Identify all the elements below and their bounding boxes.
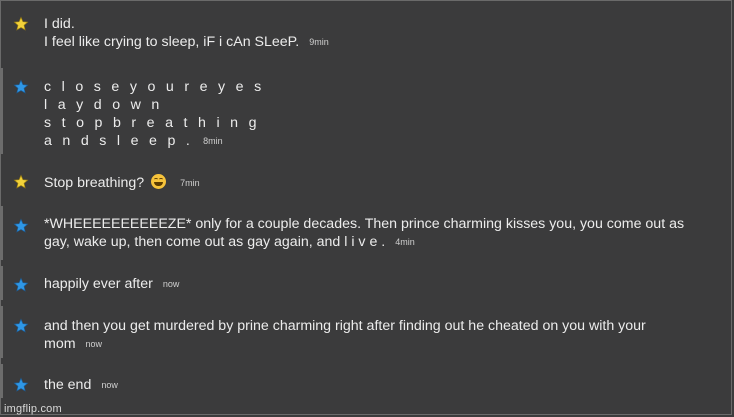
chat-message: the end now (0, 364, 734, 398)
message-text: s t o p b r e a t h i n g (44, 115, 260, 131)
message-text: I feel like crying to sleep, iF i cAn SL… (44, 34, 300, 50)
timestamp: 8min (203, 136, 223, 146)
thread-bar (0, 68, 3, 154)
message-text: *WHEEEEEEEEEEZE* only for a couple decad… (44, 216, 685, 232)
chat-message: *WHEEEEEEEEEEZE* only for a couple decad… (0, 206, 734, 260)
chat-message: and then you get murdered by prine charm… (0, 306, 734, 358)
thread-bar (0, 266, 3, 300)
message-text: a n d s l e e p . (44, 133, 194, 149)
timestamp: 7min (180, 178, 200, 188)
timestamp: now (162, 279, 180, 289)
message-text: and then you get murdered by prine charm… (44, 318, 646, 334)
timestamp: now (85, 339, 103, 349)
star-icon[interactable] (13, 174, 29, 190)
timestamp: 9min (309, 37, 329, 47)
message-text: the end (44, 377, 92, 393)
message-text: mom (44, 336, 76, 352)
star-icon[interactable] (13, 318, 29, 334)
message-text: gay, wake up, then come out as gay again… (44, 234, 386, 250)
timestamp: 4min (395, 237, 415, 247)
chat-message: Stop breathing? 7min (0, 166, 734, 196)
message-text: I did. (44, 16, 75, 32)
star-icon[interactable] (13, 16, 29, 32)
chat-message: c l o s e y o u r e y e s l a y d o w n … (0, 68, 734, 154)
grinning-sweat-emoji-icon (151, 174, 167, 189)
watermark: imgflip.com (4, 403, 62, 415)
timestamp: now (101, 380, 118, 390)
star-icon[interactable] (13, 218, 29, 234)
chat-message: happily ever after now (0, 266, 734, 300)
thread-bar (0, 206, 3, 260)
star-icon[interactable] (13, 377, 29, 393)
star-icon[interactable] (13, 277, 29, 293)
message-text: happily ever after (44, 276, 153, 292)
star-icon[interactable] (13, 79, 29, 95)
message-text: l a y d o w n (44, 97, 163, 113)
message-text: Stop breathing? (44, 175, 145, 191)
thread-bar (0, 364, 3, 398)
chat-message: I did. I feel like crying to sleep, iF i… (0, 12, 734, 56)
message-text: c l o s e y o u r e y e s (44, 79, 265, 95)
thread-bar (0, 306, 3, 358)
